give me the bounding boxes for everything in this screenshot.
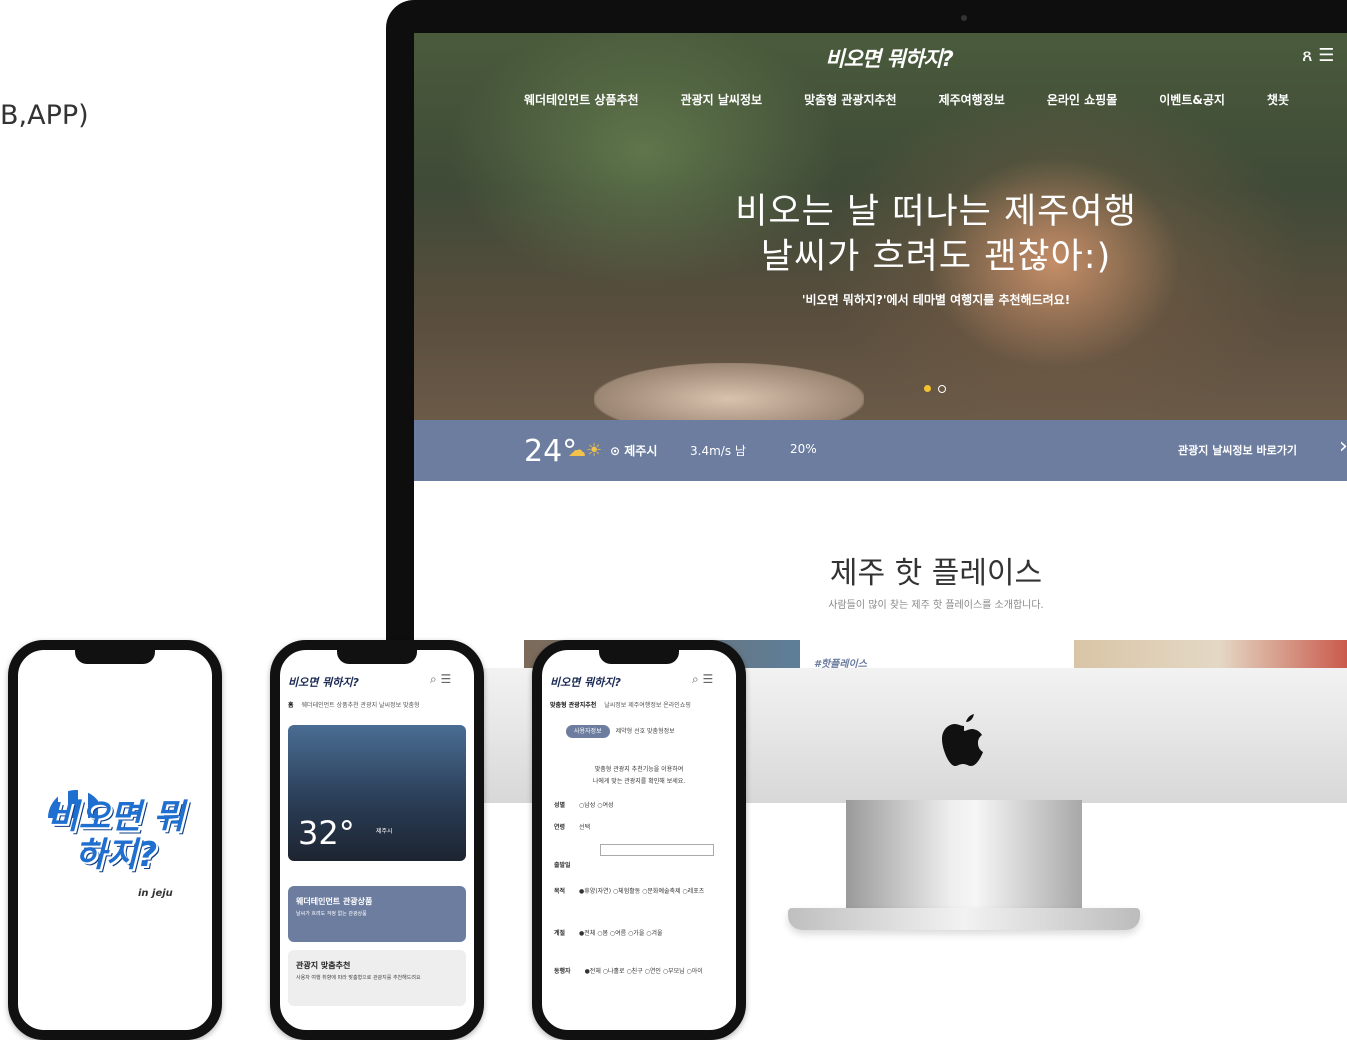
nav-item[interactable]: 웨더테인먼트 상품추천	[524, 91, 639, 108]
nav-item[interactable]: 챗봇	[1267, 91, 1289, 108]
mobile-logo[interactable]: 비오면 뭐하지?	[288, 674, 359, 690]
mobile-location: 제주시	[376, 828, 393, 835]
hero-subtitle: '비오면 뭐하지?'에서 테마별 여행지를 추천해드려요!	[801, 293, 1071, 307]
weather-rain: 20%	[790, 442, 817, 456]
section-title: 제주 핫 플레이스	[829, 556, 1043, 591]
form-row[interactable]: 목적 ●휴양(자연) ○체험활동 ○문화예술축제 ○레포츠	[554, 886, 704, 895]
form-tabs: 사용자정보 제약형 선호 맞춤형정보	[566, 725, 675, 738]
form-row[interactable]: 동행자 ●전체 ○나홀로 ○친구 ○연인 ○부모님 ○아이	[554, 966, 703, 975]
imac-chin	[386, 668, 1347, 803]
nav-item[interactable]: 온라인 쇼핑몰	[1047, 91, 1117, 108]
nav-rest[interactable]: 날씨정보 제주여행정보 온라인쇼핑	[604, 702, 691, 709]
tab-rest[interactable]: 제약형 선호 맞춤형정보	[616, 728, 675, 735]
mobile-logo[interactable]: 비오면 뭐하지?	[550, 674, 621, 690]
product-card[interactable]: 웨더테인먼트 관광상품 날씨가 흐려도 걱정 없는 관광상품	[288, 886, 466, 942]
form-intro: 맞춤형 관광지 추천기능을 이용하여	[594, 766, 684, 773]
weather-location: ⊙ 제주시	[610, 444, 658, 458]
chevron-right-icon[interactable]: ›	[1339, 434, 1347, 459]
search-menu-icons[interactable]: ⌕ ☰	[692, 672, 713, 687]
section-subtitle: 사람들이 많이 찾는 제주 핫 플레이스를 소개합니다.	[828, 600, 1044, 611]
nav-item[interactable]: 제주여행정보	[939, 91, 1005, 108]
form-row[interactable]: 성별 ○남성 ○여성	[554, 800, 614, 809]
phone-notch	[337, 650, 417, 664]
nav-item[interactable]: 이벤트&공지	[1159, 91, 1225, 108]
app-logo: 비오면 뭐하지?	[47, 797, 185, 875]
main-nav: 웨더테인먼트 상품추천 관광지 날씨정보 맞춤형 관광지추천 제주여행정보 온라…	[524, 91, 1331, 108]
user-menu-icon[interactable]: ጸ ☰	[1302, 45, 1334, 66]
camera-dot	[961, 15, 967, 21]
weather-wind: 3.4m/s 남	[690, 444, 746, 458]
mobile-nav: 홈 웨더테인먼트 상품추천 관광지 날씨정보 맞춤형	[288, 700, 420, 709]
tab-active[interactable]: 사용자정보	[566, 725, 610, 738]
mobile-temp: 32°	[298, 814, 355, 852]
weather-bar: 24° ☁☀ ⊙ 제주시 3.4m/s 남 20% 관광지 날씨정보 바로가기 …	[414, 420, 1347, 481]
slider-dot[interactable]	[938, 385, 946, 393]
card-title: 웨더테인먼트 관광상품	[296, 897, 373, 906]
nav-active[interactable]: 맞춤형 관광지추천	[550, 702, 596, 709]
site-logo[interactable]: 비오면 뭐하지?	[414, 43, 1347, 73]
nav-item[interactable]: 맞춤형 관광지추천	[804, 91, 897, 108]
card-title: 관광지 맞춤추천	[296, 961, 351, 970]
search-menu-icons[interactable]: ⌕ ☰	[430, 672, 451, 687]
recommend-card[interactable]: 관광지 맞춤추천 사용자 여행 취향에 따라 맞춤형으로 관광지를 추천해드려요	[288, 950, 466, 1006]
phone-form: 비오면 뭐하지? ⌕ ☰ 맞춤형 관광지추천 날씨정보 제주여행정보 온라인쇼핑 …	[532, 640, 746, 1040]
form-row[interactable]: 계절 ●전체 ○봄 ○여름 ○가을 ○겨울	[554, 928, 663, 937]
weather-detail-link[interactable]: 관광지 날씨정보 바로가기	[1178, 442, 1297, 458]
imac-screen: 비오면 뭐하지? ጸ ☰ 웨더테인먼트 상품추천 관광지 날씨정보 맞춤형 관광…	[414, 33, 1347, 673]
phone-splash: 비오면 뭐하지? in jeju	[8, 640, 222, 1040]
card-desc: 날씨가 흐려도 걱정 없는 관광상품	[296, 911, 367, 917]
nav-item[interactable]: 관광지 날씨정보	[681, 91, 762, 108]
date-field[interactable]	[600, 844, 714, 856]
mobile-nav: 맞춤형 관광지추천 날씨정보 제주여행정보 온라인쇼핑	[550, 700, 691, 709]
phone-home: 비오면 뭐하지? ⌕ ☰ 홈 웨더테인먼트 상품추천 관광지 날씨정보 맞춤형 3…	[270, 640, 484, 1040]
form-row[interactable]: 연령 선택	[554, 822, 590, 831]
imac-foot	[788, 908, 1140, 930]
cloud-sun-icon: ☁☀	[568, 440, 603, 461]
slider-dot-active[interactable]	[924, 385, 931, 392]
imac-stand	[846, 800, 1082, 918]
form-row[interactable]: 출발일	[554, 860, 585, 869]
card-desc: 사용자 여행 취향에 따라 맞춤형으로 관광지를 추천해드려요	[296, 975, 421, 981]
hero-hand-image	[594, 363, 864, 423]
apple-logo-icon	[942, 714, 983, 766]
form-intro: 나에게 맞는 관광지를 확인해 보세요.	[592, 778, 686, 785]
hero-title-line1: 비오는 날 떠나는 제주여행	[735, 192, 1137, 232]
hero-title-line2: 날씨가 흐려도 괜찮아:)	[760, 237, 1112, 277]
app-logo-sub: in jeju	[138, 888, 173, 899]
phone-notch	[75, 650, 155, 664]
nav-rest[interactable]: 웨더테인먼트 상품추천 관광지 날씨정보 맞춤형	[302, 702, 420, 709]
phone-notch	[599, 650, 679, 664]
nav-active[interactable]: 홈	[288, 702, 294, 709]
caption-text: B,APP)	[0, 100, 89, 131]
